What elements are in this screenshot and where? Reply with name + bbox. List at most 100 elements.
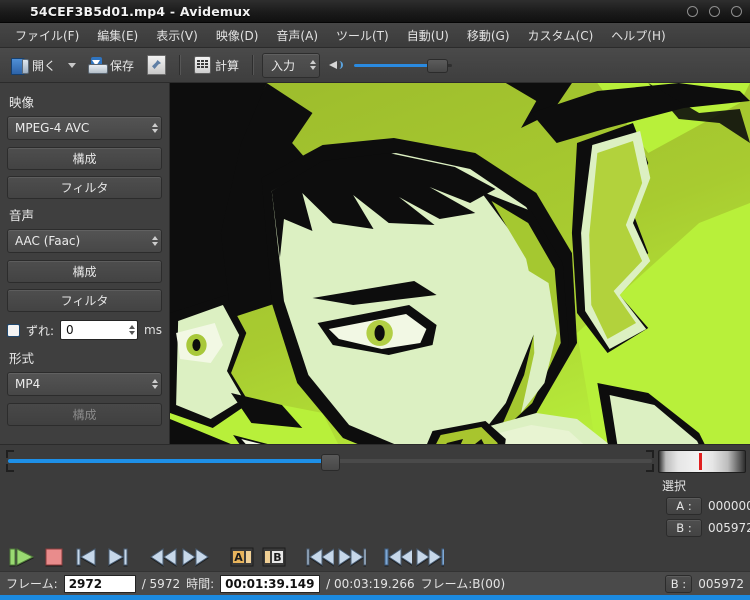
- video-frame-artwork: [170, 83, 750, 444]
- marker-b-value: 005972: [708, 521, 750, 535]
- frame-type-label: フレーム:B(00): [420, 577, 506, 591]
- format-section-title: 形式: [9, 351, 35, 366]
- open-button[interactable]: 開く: [6, 52, 61, 78]
- selection-title: 選択: [662, 479, 687, 493]
- previous-keyframe-button[interactable]: [306, 545, 334, 569]
- toolbar-separator-1: [179, 55, 182, 75]
- go-end-icon: [416, 547, 444, 566]
- volume-slider[interactable]: [354, 58, 453, 73]
- dropdown-caret-icon[interactable]: [68, 62, 77, 68]
- input-select-spinner-icon: [310, 60, 317, 70]
- menu-auto[interactable]: 自動(U): [398, 24, 458, 47]
- script-button[interactable]: [142, 52, 171, 78]
- seek-corner-br: [646, 464, 654, 472]
- go-to-end-button[interactable]: [416, 545, 444, 569]
- play-button[interactable]: [8, 545, 36, 569]
- rewind-button[interactable]: [150, 545, 178, 569]
- set-marker-b-button[interactable]: B: [260, 545, 288, 569]
- audio-shift-value: 0: [66, 323, 74, 337]
- video-preview-area[interactable]: [170, 83, 750, 444]
- video-codec-select[interactable]: MPEG-4 AVC: [7, 116, 162, 140]
- seek-fill: [8, 459, 329, 463]
- marker-b-key[interactable]: B :: [666, 519, 702, 537]
- next-keyframe-button[interactable]: [338, 545, 366, 569]
- format-select[interactable]: MP4: [7, 372, 162, 396]
- marker-b-row: B : 005972: [666, 519, 750, 537]
- format-spinner-icon: [152, 379, 158, 389]
- menu-audio[interactable]: 音声(A): [267, 24, 327, 47]
- menu-custom[interactable]: カスタム(C): [519, 24, 603, 47]
- speaker-icon[interactable]: [329, 58, 344, 72]
- toolbar: 開く 保存 計算 入力: [0, 48, 750, 83]
- marker-a-value: 000000: [708, 499, 750, 513]
- seek-corner-tr: [646, 450, 654, 458]
- prev-keyframe-icon: [306, 547, 334, 566]
- menu-view[interactable]: 表示(V): [147, 24, 207, 47]
- close-button[interactable]: [731, 5, 742, 17]
- selection-panel: 選択 A : 000000 B : 005972: [654, 450, 750, 541]
- input-select[interactable]: 入力: [262, 52, 321, 78]
- save-button[interactable]: 保存: [83, 52, 139, 78]
- audio-shift-input[interactable]: 0: [60, 320, 139, 340]
- title-bar: 54CEF3B5d01.mp4 - Avidemux: [0, 0, 750, 23]
- script-icon: [147, 55, 167, 75]
- folder-open-icon: [11, 57, 29, 75]
- menu-video[interactable]: 映像(D): [207, 24, 268, 47]
- video-configure-button[interactable]: 構成: [7, 147, 162, 170]
- fast-forward-button[interactable]: [182, 545, 210, 569]
- minimize-button[interactable]: [687, 5, 698, 17]
- audio-codec-spinner-icon: [152, 236, 158, 246]
- audio-codec-value: AAC (Faac): [15, 234, 81, 248]
- desktop-taskbar: [0, 595, 750, 600]
- format-value: MP4: [15, 377, 41, 391]
- window-title: 54CEF3B5d01.mp4 - Avidemux: [30, 3, 251, 19]
- rewind-icon: [150, 547, 177, 566]
- stop-button[interactable]: [40, 545, 68, 569]
- seek-corner-bl: [6, 464, 14, 472]
- menu-file[interactable]: ファイル(F): [6, 24, 88, 47]
- audio-shift-checkbox[interactable]: [7, 323, 20, 337]
- volume-handle[interactable]: [427, 59, 449, 73]
- menu-help[interactable]: ヘルプ(H): [602, 24, 674, 47]
- audio-codec-select[interactable]: AAC (Faac): [7, 229, 162, 253]
- time-total: / 00:03:19.266: [326, 576, 415, 591]
- menu-tools[interactable]: ツール(T): [327, 24, 398, 47]
- frame-label: フレーム:: [6, 577, 58, 591]
- menu-edit[interactable]: 編集(E): [88, 24, 147, 47]
- avidemux-window: 54CEF3B5d01.mp4 - Avidemux ファイル(F) 編集(E)…: [0, 0, 750, 600]
- seek-row: 選択 A : 000000 B : 005972: [0, 445, 750, 541]
- marker-a-key[interactable]: A :: [666, 497, 702, 515]
- selection-strip[interactable]: [658, 450, 746, 473]
- input-select-value: 入力: [271, 58, 296, 73]
- selection-marker-icon: [699, 453, 703, 470]
- go-to-start-button[interactable]: [384, 545, 412, 569]
- next-frame-button[interactable]: [104, 545, 132, 569]
- maximize-button[interactable]: [709, 5, 720, 17]
- audio-shift-row: ずれ: 0 ms: [7, 320, 162, 340]
- status-end-key[interactable]: B :: [664, 574, 693, 593]
- previous-frame-button[interactable]: [72, 545, 100, 569]
- seek-corner-tl: [6, 450, 14, 458]
- frame-input[interactable]: 2972: [63, 574, 136, 593]
- seek-handle[interactable]: [320, 454, 340, 471]
- format-configure-button[interactable]: 構成: [7, 403, 162, 426]
- go-start-icon: [384, 547, 412, 566]
- video-codec-spinner-icon: [152, 123, 158, 133]
- audio-shift-spinner-icon[interactable]: [129, 325, 136, 335]
- set-marker-a-button[interactable]: A: [228, 545, 256, 569]
- marker-a-icon: A: [230, 547, 254, 566]
- seek-slider[interactable]: [6, 450, 654, 472]
- audio-configure-button[interactable]: 構成: [7, 260, 162, 283]
- calculator-icon: [194, 56, 212, 74]
- menu-goto[interactable]: 移動(G): [458, 24, 519, 47]
- audio-filter-button[interactable]: フィルタ: [7, 289, 162, 312]
- frame-total: / 5972: [141, 576, 181, 591]
- status-bar: フレーム: 2972 / 5972 時間: 00:01:39.149 / 00:…: [0, 571, 750, 595]
- time-label: 時間:: [186, 577, 215, 591]
- fast-forward-icon: [182, 547, 209, 566]
- video-filter-button[interactable]: フィルタ: [7, 176, 162, 199]
- time-input[interactable]: 00:01:39.149: [220, 574, 321, 593]
- audio-shift-unit: ms: [144, 323, 162, 337]
- save-button-label: 保存: [110, 58, 135, 73]
- calculator-button[interactable]: 計算: [189, 52, 244, 78]
